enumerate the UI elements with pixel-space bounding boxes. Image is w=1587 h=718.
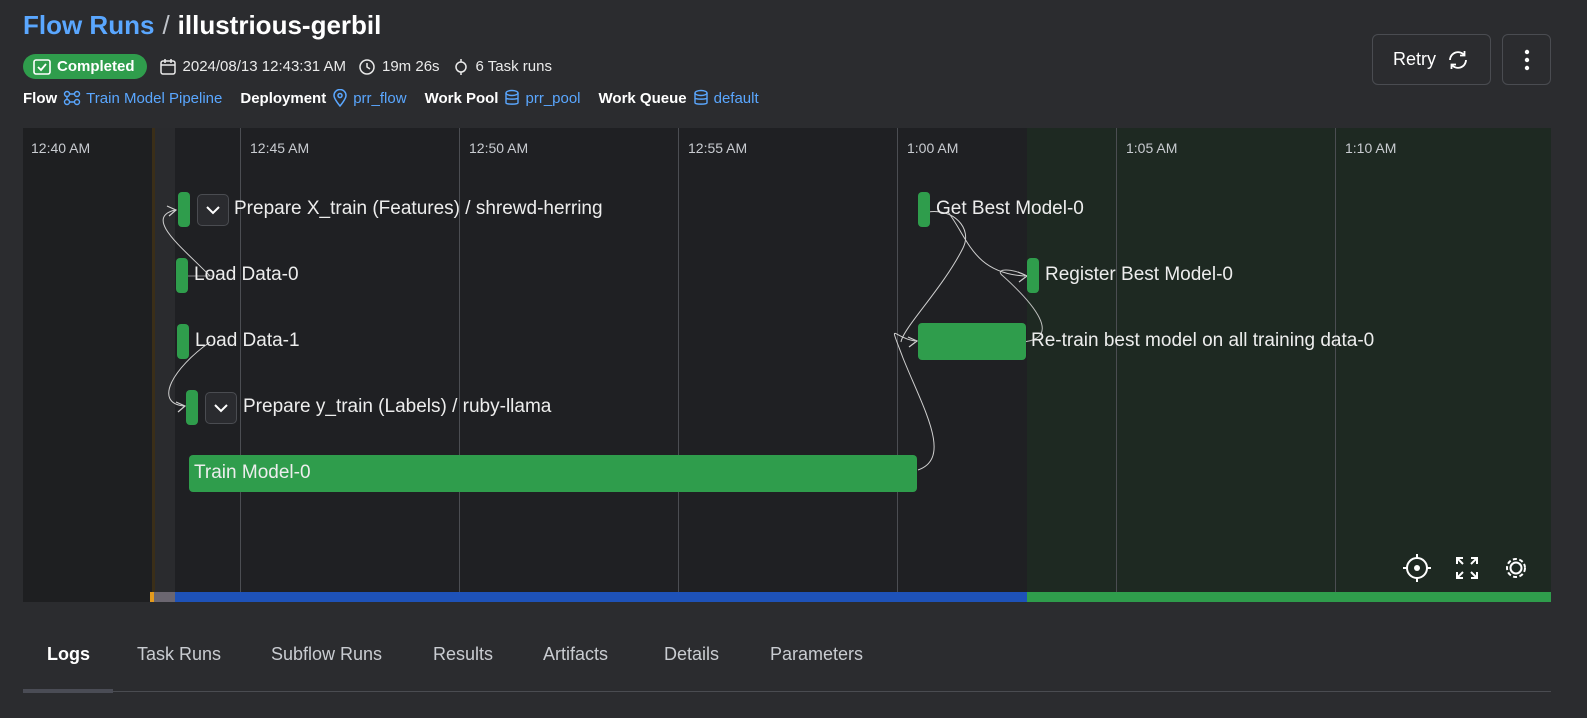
task-label[interactable]: Load Data-0 xyxy=(194,264,299,286)
work-queue-property: Work Queue default xyxy=(599,89,759,107)
flow-run-name: illustrious-gerbil xyxy=(177,10,382,40)
settings-icon xyxy=(1506,558,1526,578)
work-queue-link[interactable]: default xyxy=(693,89,759,107)
task-label[interactable]: Prepare y_train (Labels) / ruby-llama xyxy=(243,396,551,418)
work-pool-link[interactable]: prr_pool xyxy=(504,89,581,107)
retry-button[interactable]: Retry xyxy=(1372,34,1491,85)
work-pool-property: Work Pool prr_pool xyxy=(425,89,581,107)
clock-icon xyxy=(359,58,375,75)
breadcrumb-flow-runs-link[interactable]: Flow Runs xyxy=(23,10,154,41)
task-label[interactable]: Train Model-0 xyxy=(194,462,311,484)
status-badge: Completed xyxy=(23,54,147,79)
task-bar-prepare-x-train[interactable] xyxy=(178,192,190,227)
task-label[interactable]: Get Best Model-0 xyxy=(936,198,1084,220)
database-icon xyxy=(693,89,708,105)
tab-results[interactable]: Results xyxy=(433,644,493,665)
tab-subflow-runs[interactable]: Subflow Runs xyxy=(271,644,382,665)
refresh-icon xyxy=(1449,50,1467,69)
work-pool-label: Work Pool xyxy=(424,89,499,107)
deployment-property: Deployment prr_flow xyxy=(240,89,407,107)
expand-subflow-button[interactable] xyxy=(205,392,237,424)
fullscreen-icon xyxy=(1456,557,1478,579)
deployment-label: Deployment xyxy=(240,89,327,107)
flow-property: Flow Train Model Pipeline xyxy=(23,90,222,107)
retry-label: Retry xyxy=(1392,49,1436,69)
completed-state-segment xyxy=(1027,592,1551,602)
task-label[interactable]: Prepare X_train (Features) / shrewd-herr… xyxy=(234,198,603,220)
start-time-value: 2024/08/13 12:43:31 AM xyxy=(182,58,346,75)
task-label[interactable]: Load Data-1 xyxy=(195,330,300,352)
task-label[interactable]: Re-train best model on all training data… xyxy=(1031,330,1374,352)
work-queue-label: Work Queue xyxy=(598,89,687,107)
run-tabs: Logs Task Runs Subflow Runs Results Arti… xyxy=(23,640,1551,693)
flow-run-page: Flow Runs / illustrious-gerbil Completed… xyxy=(0,0,1587,718)
task-bar-get-best-model[interactable] xyxy=(918,192,930,227)
more-options-button[interactable] xyxy=(1502,34,1551,85)
task-runs-count: 6 Task runs xyxy=(452,58,552,76)
flow-value: Train Model Pipeline xyxy=(86,89,223,107)
task-bar-register-best-model[interactable] xyxy=(1027,258,1039,293)
task-bar-prepare-y-train[interactable] xyxy=(186,390,198,425)
timeline-settings-button[interactable] xyxy=(1499,551,1533,585)
duration-value: 19m 26s xyxy=(382,58,440,75)
flow-label: Flow xyxy=(23,89,58,107)
kebab-icon xyxy=(1524,49,1529,70)
run-meta: Completed 2024/08/13 12:43:31 AM 19m 26s xyxy=(23,54,552,79)
flow-run-timeline[interactable]: 12:40 AM 12:45 AM 12:50 AM 12:55 AM 1:00… xyxy=(23,128,1551,602)
fullscreen-button[interactable] xyxy=(1450,551,1484,585)
tab-task-runs[interactable]: Task Runs xyxy=(137,644,221,665)
work-pool-value: prr_pool xyxy=(525,89,581,107)
work-queue-value: default xyxy=(713,89,759,107)
chevron-down-icon xyxy=(214,404,228,413)
task-bar-load-data-1[interactable] xyxy=(177,324,189,359)
task-label[interactable]: Register Best Model-0 xyxy=(1045,264,1233,286)
page-title: Flow Runs / illustrious-gerbil xyxy=(23,10,381,41)
start-time: 2024/08/13 12:43:31 AM xyxy=(159,58,346,76)
tab-details[interactable]: Details xyxy=(664,644,719,665)
flow-link[interactable]: Train Model Pipeline xyxy=(63,90,222,107)
tab-parameters[interactable]: Parameters xyxy=(770,644,863,665)
breadcrumb-separator: / xyxy=(162,10,170,40)
task-bar-load-data-0[interactable] xyxy=(176,258,188,293)
task-node-icon xyxy=(454,58,467,75)
flow-icon xyxy=(63,90,81,106)
recenter-button[interactable] xyxy=(1400,551,1434,585)
run-properties: Flow Train Model Pipeline Deployment prr… xyxy=(23,89,759,107)
location-pin-icon xyxy=(333,89,347,107)
tab-artifacts[interactable]: Artifacts xyxy=(543,644,608,665)
running-state-segment xyxy=(175,592,1027,602)
tab-logs[interactable]: Logs xyxy=(47,644,90,665)
duration: 19m 26s xyxy=(358,58,440,76)
database-icon xyxy=(505,89,520,105)
calendar-icon xyxy=(159,58,176,75)
deployment-link[interactable]: prr_flow xyxy=(332,89,407,107)
expand-subflow-button[interactable] xyxy=(197,194,229,226)
check-square-icon xyxy=(33,58,51,75)
task-runs-value: 6 Task runs xyxy=(475,58,552,75)
status-label: Completed xyxy=(57,58,135,75)
recenter-icon xyxy=(1403,554,1431,582)
scheduled-state-segment xyxy=(154,592,175,602)
deployment-value: prr_flow xyxy=(353,89,407,107)
chevron-down-icon xyxy=(206,206,220,215)
task-bar-retrain-best-model[interactable] xyxy=(918,323,1026,360)
active-tab-indicator xyxy=(23,689,113,693)
